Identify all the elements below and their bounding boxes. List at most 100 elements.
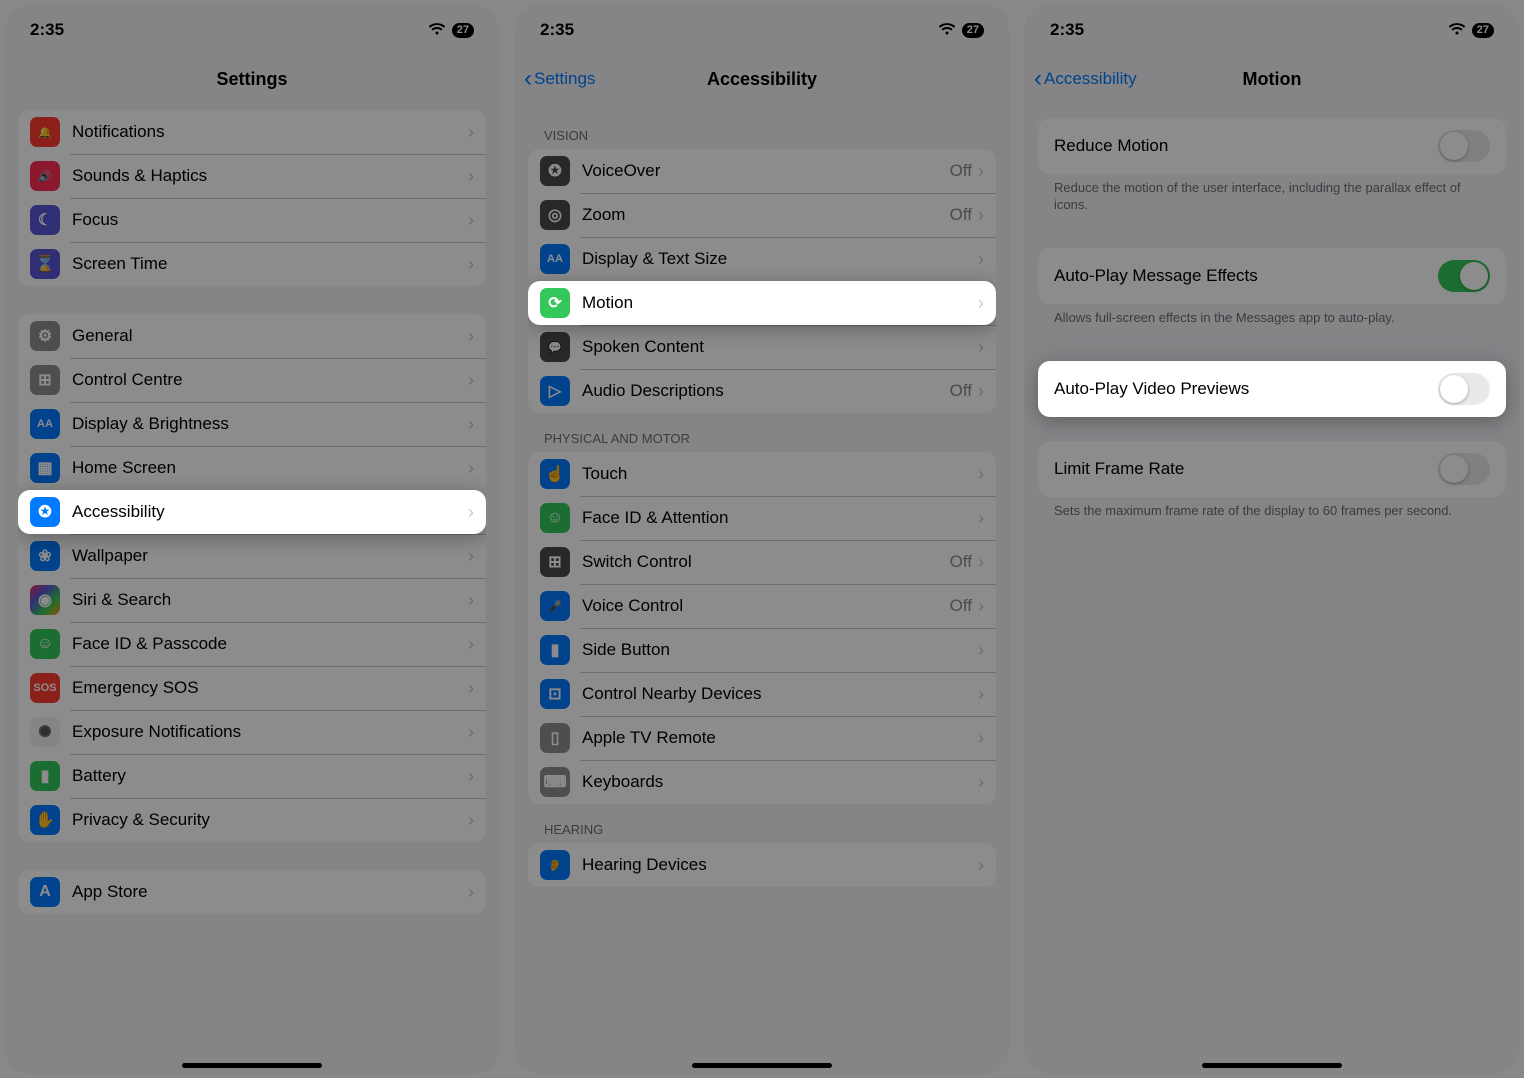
toggle-row[interactable]: Limit Frame Rate	[1038, 441, 1506, 497]
toggle-switch[interactable]	[1438, 373, 1490, 405]
row-icon: ◉	[30, 585, 60, 615]
chevron-right-icon: ›	[978, 381, 984, 402]
row-icon: 👂	[540, 850, 570, 880]
settings-row[interactable]: AADisplay & Brightness›	[18, 402, 486, 446]
chevron-right-icon: ›	[978, 337, 984, 358]
settings-row[interactable]: ⊞Control Centre›	[18, 358, 486, 402]
settings-row[interactable]: ✪VoiceOverOff›	[528, 149, 996, 193]
chevron-right-icon: ›	[468, 166, 474, 187]
status-bar: 2:35 27	[514, 4, 1010, 56]
settings-row[interactable]: 🎤Voice ControlOff›	[528, 584, 996, 628]
settings-row[interactable]: ✪ Accessibility›	[18, 490, 486, 534]
settings-row[interactable]: AA Display & Text Size›	[528, 237, 996, 281]
row-label: Side Button	[582, 640, 978, 660]
toggle-switch[interactable]	[1438, 130, 1490, 162]
chevron-right-icon: ›	[978, 552, 984, 573]
settings-row[interactable]: 🔔Notifications›	[18, 110, 486, 154]
row-label: Audio Descriptions	[582, 381, 950, 401]
row-icon: SOS	[30, 673, 60, 703]
settings-row[interactable]: ◉Siri & Search›	[18, 578, 486, 622]
section-footer: Allows full-screen effects in the Messag…	[1038, 304, 1506, 337]
settings-row[interactable]: ❀Wallpaper›	[18, 534, 486, 578]
toggle-switch[interactable]	[1438, 453, 1490, 485]
home-indicator[interactable]	[1202, 1063, 1342, 1068]
nav-header: ‹ Settings Accessibility	[514, 56, 1010, 102]
toggle-row[interactable]: Auto-Play Message Effects	[1038, 248, 1506, 304]
home-indicator[interactable]	[182, 1063, 322, 1068]
toggle-row[interactable]: Auto-Play Video Previews	[1038, 361, 1506, 417]
chevron-right-icon: ›	[978, 249, 984, 270]
settings-row[interactable]: SOSEmergency SOS›	[18, 666, 486, 710]
row-icon: ☝	[540, 459, 570, 489]
chevron-right-icon: ›	[978, 640, 984, 661]
row-label: Control Nearby Devices	[582, 684, 978, 704]
back-label: Accessibility	[1044, 69, 1137, 89]
settings-row[interactable]: ◎ZoomOff›	[528, 193, 996, 237]
settings-row[interactable]: ⟳Motion›	[528, 281, 996, 325]
row-icon: ⌨	[540, 767, 570, 797]
row-icon: ☺	[540, 503, 570, 533]
row-icon: ⟳	[540, 288, 570, 318]
row-label: Emergency SOS	[72, 678, 468, 698]
back-button[interactable]: ‹ Settings	[524, 69, 595, 89]
settings-row[interactable]: ▦Home Screen›	[18, 446, 486, 490]
page-title: Settings	[4, 69, 500, 90]
settings-row[interactable]: ☝Touch›	[528, 452, 996, 496]
row-label: Wallpaper	[72, 546, 468, 566]
chevron-right-icon: ›	[468, 810, 474, 831]
row-label: Display & Text Size	[582, 249, 978, 269]
wifi-icon	[428, 20, 446, 40]
settings-row[interactable]: AApp Store›	[18, 870, 486, 914]
status-time: 2:35	[30, 20, 64, 40]
row-value: Off	[950, 381, 972, 401]
settings-row[interactable]: ☺Face ID & Attention›	[528, 496, 996, 540]
row-value: Off	[950, 205, 972, 225]
settings-row[interactable]: 💬Spoken Content›	[528, 325, 996, 369]
row-value: Off	[950, 552, 972, 572]
back-button[interactable]: ‹ Accessibility	[1034, 69, 1137, 89]
settings-row[interactable]: 👂Hearing Devices›	[528, 843, 996, 887]
chevron-left-icon: ‹	[1034, 73, 1042, 85]
battery-level: 27	[1472, 23, 1494, 38]
chevron-right-icon: ›	[468, 882, 474, 903]
row-label: Accessibility	[72, 502, 468, 522]
settings-row[interactable]: ⚙General›	[18, 314, 486, 358]
row-icon: ❀	[30, 541, 60, 571]
settings-row[interactable]: ▯Apple TV Remote›	[528, 716, 996, 760]
row-icon: ▷	[540, 376, 570, 406]
row-label: Voice Control	[582, 596, 950, 616]
chevron-right-icon: ›	[468, 502, 474, 523]
wifi-icon	[1448, 20, 1466, 40]
battery-level: 27	[962, 23, 984, 38]
row-label: Display & Brightness	[72, 414, 468, 434]
settings-row[interactable]: ▮Side Button›	[528, 628, 996, 672]
settings-row[interactable]: ⊞Switch ControlOff›	[528, 540, 996, 584]
status-bar: 2:35 27	[4, 4, 500, 56]
settings-row[interactable]: ☺Face ID & Passcode›	[18, 622, 486, 666]
settings-row[interactable]: 🔊Sounds & Haptics›	[18, 154, 486, 198]
settings-row[interactable]: ✺Exposure Notifications›	[18, 710, 486, 754]
row-label: Sounds & Haptics	[72, 166, 468, 186]
row-icon: ✪	[30, 497, 60, 527]
settings-row[interactable]: ⌨Keyboards›	[528, 760, 996, 804]
settings-row[interactable]: ▷ Audio DescriptionsOff ›	[528, 369, 996, 413]
settings-row[interactable]: ☾Focus›	[18, 198, 486, 242]
row-icon: AA	[540, 244, 570, 274]
row-icon: 💬	[540, 332, 570, 362]
row-icon: ☺	[30, 629, 60, 659]
settings-row[interactable]: ⊡Control Nearby Devices›	[528, 672, 996, 716]
settings-row[interactable]: ▮Battery›	[18, 754, 486, 798]
toggle-switch[interactable]	[1438, 260, 1490, 292]
status-bar: 2:35 27	[1024, 4, 1520, 56]
home-indicator[interactable]	[692, 1063, 832, 1068]
row-icon: ✋	[30, 805, 60, 835]
toggle-row[interactable]: Reduce Motion	[1038, 118, 1506, 174]
settings-row[interactable]: ⌛Screen Time›	[18, 242, 486, 286]
row-icon: ◎	[540, 200, 570, 230]
row-label: Zoom	[582, 205, 950, 225]
row-icon: ⊞	[540, 547, 570, 577]
settings-row[interactable]: ✋Privacy & Security›	[18, 798, 486, 842]
row-label: Auto-Play Message Effects	[1054, 266, 1438, 286]
row-label: Screen Time	[72, 254, 468, 274]
row-label: App Store	[72, 882, 468, 902]
